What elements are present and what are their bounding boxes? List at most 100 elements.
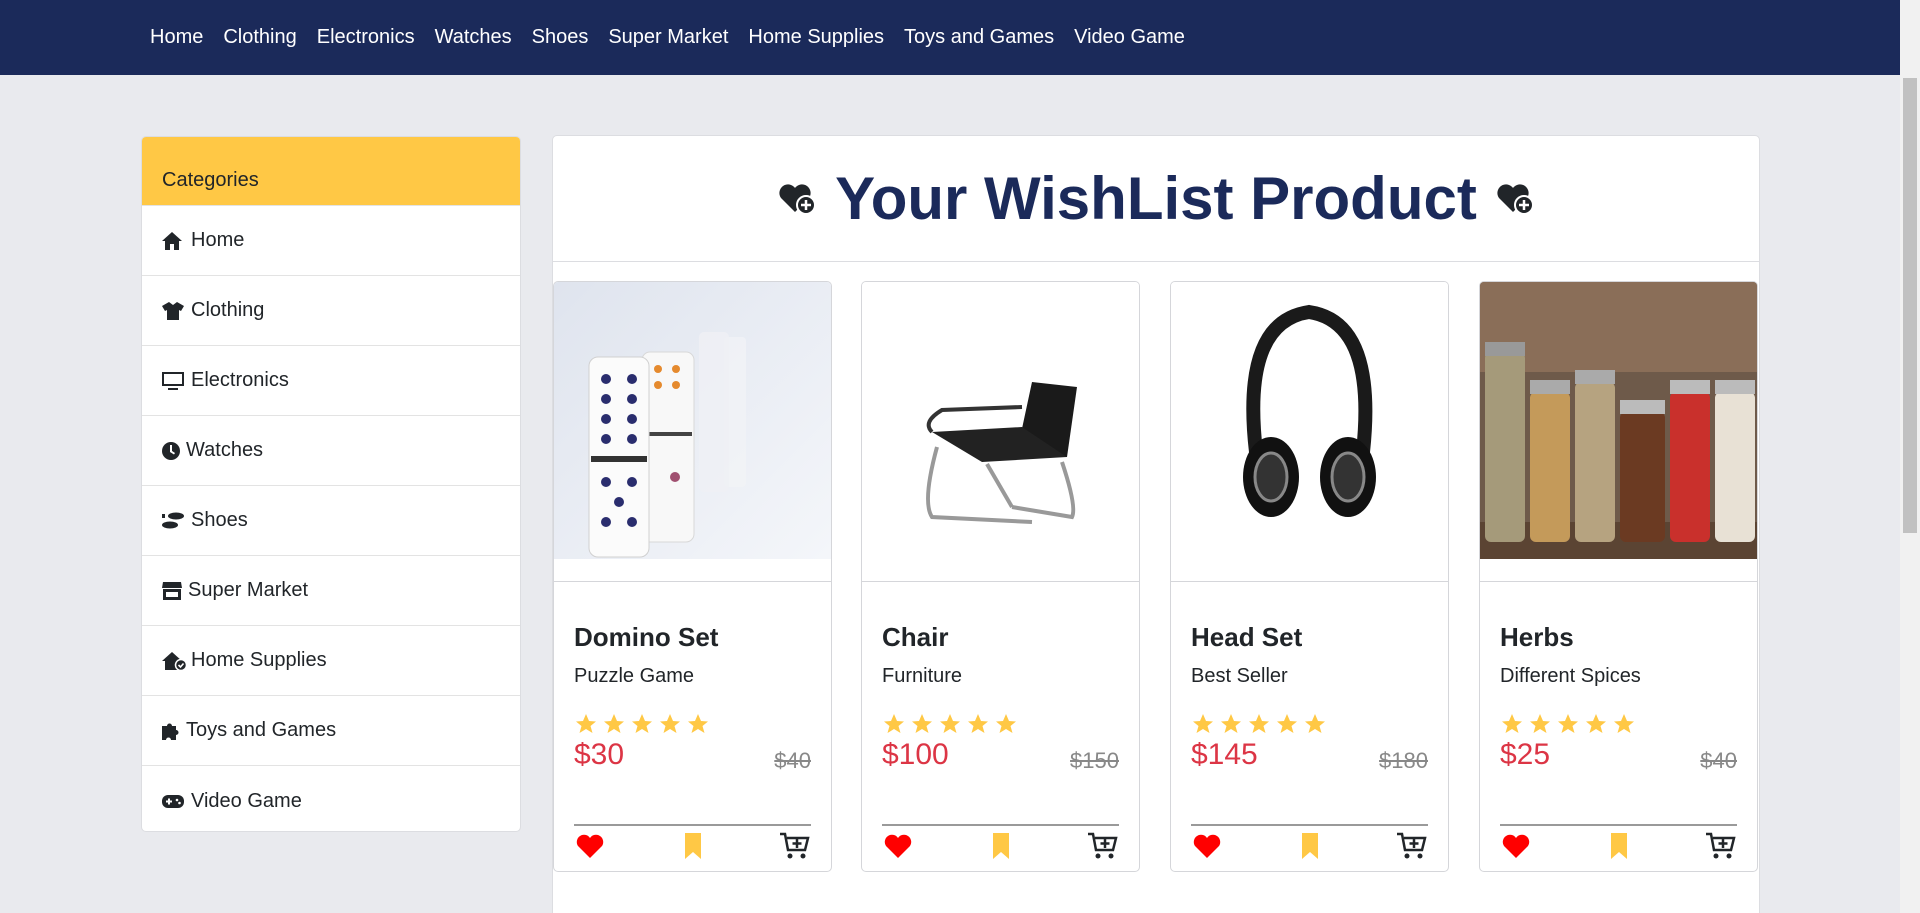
star-icon — [968, 714, 988, 733]
star-icon — [660, 714, 680, 733]
nav-link-video-game[interactable]: Video Game — [1074, 26, 1185, 49]
bookmark-icon[interactable] — [1294, 830, 1326, 862]
nav-link-toys-and-games[interactable]: Toys and Games — [904, 26, 1054, 49]
product-subtitle: Puzzle Game — [574, 665, 695, 687]
bookmark-icon[interactable] — [677, 830, 709, 862]
heart-icon[interactable] — [574, 830, 606, 862]
page-title: Your WishList Product — [835, 165, 1477, 232]
product-image-head-set — [1171, 282, 1448, 559]
sidebar-item-clothing[interactable]: Clothing — [142, 276, 520, 346]
product-actions — [574, 824, 811, 862]
star-icon — [632, 714, 652, 733]
sidebar-item-video-game[interactable]: Video Game — [142, 766, 520, 831]
sidebar-item-label: Clothing — [191, 299, 265, 321]
nav-link-electronics[interactable]: Electronics — [317, 26, 415, 49]
shirt-icon — [161, 300, 187, 322]
cart-plus-icon[interactable] — [779, 830, 811, 862]
product-card[interactable]: Head Set Best Seller $145 $180 — [1170, 281, 1449, 872]
product-name: Chair — [882, 622, 949, 652]
heart-plus-icon — [1497, 183, 1534, 215]
product-name: Herbs — [1500, 622, 1574, 652]
sidebar-item-super-market[interactable]: Super Market — [142, 556, 520, 626]
star-icon — [1614, 714, 1634, 733]
house-check-icon — [161, 650, 187, 672]
page-scrollbar[interactable] — [1900, 0, 1920, 913]
star-icon — [1530, 714, 1550, 733]
product-old-price: $180 — [1379, 748, 1428, 773]
bookmark-icon[interactable] — [1603, 830, 1635, 862]
product-actions — [1500, 824, 1737, 862]
product-actions — [1191, 824, 1428, 862]
star-icon — [1502, 714, 1522, 733]
cart-plus-icon[interactable] — [1087, 830, 1119, 862]
product-card[interactable]: Chair Furniture $100 $150 — [861, 281, 1140, 872]
gamepad-icon — [161, 790, 187, 812]
star-icon — [1305, 714, 1325, 733]
categories-sidebar: Categories Home Clothing Electronics Wat… — [141, 136, 521, 832]
star-icon — [1277, 714, 1297, 733]
product-old-price: $40 — [1700, 748, 1737, 773]
product-subtitle: Furniture — [882, 665, 963, 687]
star-rating — [1191, 712, 1428, 736]
nav-link-home-supplies[interactable]: Home Supplies — [748, 26, 884, 49]
sidebar-item-home[interactable]: Home — [142, 206, 520, 276]
heart-icon[interactable] — [1191, 830, 1223, 862]
sidebar-item-label: Home — [191, 229, 245, 251]
heart-icon[interactable] — [1500, 830, 1532, 862]
cart-plus-icon[interactable] — [1396, 830, 1428, 862]
nav-link-watches[interactable]: Watches — [435, 26, 512, 49]
monitor-icon — [161, 370, 187, 392]
nav-link-clothing[interactable]: Clothing — [223, 26, 296, 49]
product-old-price: $40 — [774, 748, 811, 773]
sidebar-item-label: Toys and Games — [186, 719, 337, 741]
star-icon — [604, 714, 624, 733]
bookmark-icon[interactable] — [985, 830, 1017, 862]
product-image-herbs — [1480, 282, 1757, 559]
star-icon — [1221, 714, 1241, 733]
star-icon — [940, 714, 960, 733]
sidebar-item-label: Shoes — [191, 509, 248, 531]
house-icon — [161, 230, 187, 252]
star-rating — [574, 712, 811, 736]
sidebar-item-toys-and-games[interactable]: Toys and Games — [142, 696, 520, 766]
sidebar-item-shoes[interactable]: Shoes — [142, 486, 520, 556]
star-icon — [576, 714, 596, 733]
product-image-chair — [862, 282, 1139, 559]
star-icon — [996, 714, 1016, 733]
product-image-area — [862, 282, 1139, 582]
sidebar-item-electronics[interactable]: Electronics — [142, 346, 520, 416]
sidebar-item-label: Video Game — [191, 789, 302, 812]
sidebar-item-label: Watches — [186, 439, 264, 461]
nav-link-shoes[interactable]: Shoes — [532, 26, 589, 49]
heart-plus-icon — [779, 183, 817, 215]
shop-icon — [161, 580, 184, 602]
star-icon — [912, 714, 932, 733]
nav-link-home[interactable]: Home — [150, 26, 203, 49]
product-image-area — [1480, 282, 1757, 582]
scrollbar-thumb[interactable] — [1903, 78, 1917, 533]
sidebar-item-watches[interactable]: Watches — [142, 416, 520, 486]
sidebar-item-label: Super Market — [188, 579, 309, 601]
nav-link-super-market[interactable]: Super Market — [608, 26, 728, 49]
sidebar-item-label: Electronics — [191, 369, 289, 391]
heart-icon[interactable] — [882, 830, 914, 862]
star-rating — [1500, 712, 1737, 736]
star-icon — [688, 714, 708, 733]
star-icon — [884, 714, 904, 733]
star-icon — [1249, 714, 1269, 733]
product-image-area — [554, 282, 831, 582]
shoe-prints-icon — [161, 510, 187, 532]
categories-header: Categories — [142, 137, 520, 206]
sidebar-item-label: Home Supplies — [191, 649, 327, 671]
product-card[interactable]: Herbs Different Spices $25 $40 — [1479, 281, 1758, 872]
sidebar-item-home-supplies[interactable]: Home Supplies — [142, 626, 520, 696]
product-name: Domino Set — [574, 622, 719, 652]
top-nav: Home Clothing Electronics Watches Shoes … — [0, 0, 1900, 75]
star-icon — [1558, 714, 1578, 733]
product-name: Head Set — [1191, 622, 1303, 652]
product-actions — [882, 824, 1119, 862]
product-card[interactable]: Domino Set Puzzle Game $30 $40 — [553, 281, 832, 872]
cart-plus-icon[interactable] — [1705, 830, 1737, 862]
star-icon — [1586, 714, 1606, 733]
product-subtitle: Best Seller — [1191, 665, 1288, 687]
